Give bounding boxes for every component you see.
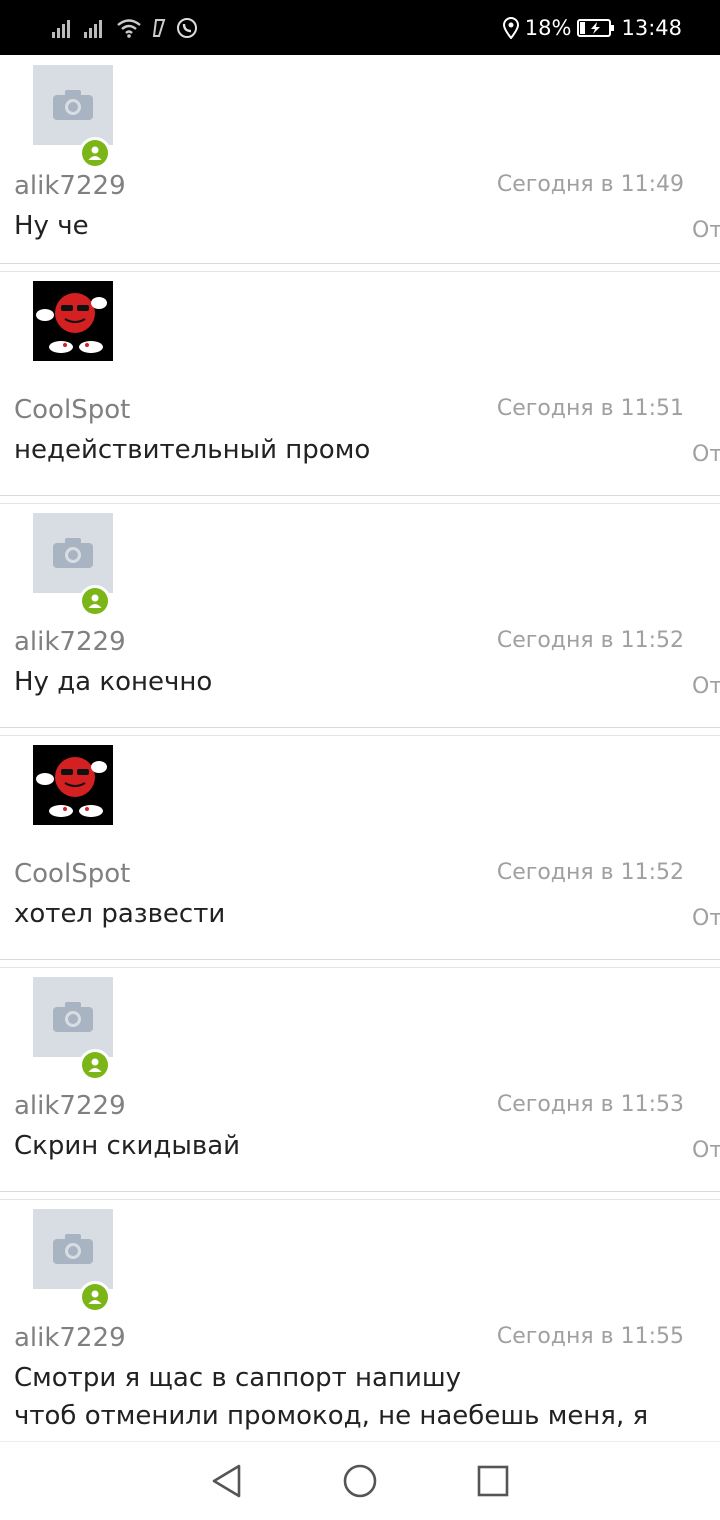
location-icon xyxy=(502,16,519,39)
nfc-icon xyxy=(152,18,166,38)
signal-icon xyxy=(52,18,74,38)
avatar[interactable] xyxy=(33,1209,113,1289)
comment-text: Ну че xyxy=(14,211,89,241)
comment-item: alik7229 Сегодня в 11:49 Ну че От xyxy=(0,55,720,264)
battery-icon xyxy=(577,18,615,38)
user-icon xyxy=(88,1058,102,1072)
divider xyxy=(0,264,720,272)
reply-link[interactable]: От xyxy=(692,442,720,467)
comment-text: Скрин скидывай xyxy=(14,1131,241,1161)
reply-link[interactable]: От xyxy=(692,1138,720,1163)
comment-text: Ну да конечно xyxy=(14,667,213,697)
comment-item: alik7229 Сегодня в 11:52 Ну да конечно О… xyxy=(0,504,720,728)
status-bar-right: 18% 13:48 xyxy=(502,15,682,40)
username[interactable]: CoolSpot xyxy=(14,395,130,425)
comment-text: недействительный промо xyxy=(14,435,371,465)
online-indicator xyxy=(79,1281,111,1313)
timestamp: Сегодня в 11:52 xyxy=(496,860,684,885)
reply-link[interactable]: От xyxy=(692,218,720,243)
status-bar: 18% 13:48 xyxy=(0,0,720,55)
clock: 13:48 xyxy=(621,15,682,40)
username[interactable]: alik7229 xyxy=(14,171,126,201)
coolspot-avatar-icon xyxy=(33,745,113,825)
online-indicator xyxy=(79,585,111,617)
timestamp: Сегодня в 11:49 xyxy=(496,172,684,197)
avatar[interactable] xyxy=(33,281,113,361)
divider xyxy=(0,960,720,968)
camera-icon xyxy=(53,538,93,568)
system-navigation-bar xyxy=(0,1441,720,1520)
coolspot-avatar-icon xyxy=(33,281,113,361)
avatar[interactable] xyxy=(33,745,113,825)
timestamp: Сегодня в 11:55 xyxy=(496,1324,684,1349)
comment-text: Смотри я щас в саппорт напишу чтоб отмен… xyxy=(14,1363,669,1441)
divider xyxy=(0,1192,720,1200)
comment-feed[interactable]: alik7229 Сегодня в 11:49 Ну че От CoolSp… xyxy=(0,55,720,1441)
avatar[interactable] xyxy=(33,65,113,145)
battery-percent: 18% xyxy=(524,15,572,40)
whatsapp-icon xyxy=(176,17,198,39)
camera-icon xyxy=(53,1002,93,1032)
camera-icon xyxy=(53,1234,93,1264)
avatar[interactable] xyxy=(33,977,113,1057)
user-icon xyxy=(88,1290,102,1304)
recents-icon xyxy=(478,1465,509,1497)
timestamp: Сегодня в 11:53 xyxy=(496,1092,684,1117)
recents-button[interactable] xyxy=(463,1451,523,1511)
username[interactable]: alik7229 xyxy=(14,1091,126,1121)
reply-link[interactable]: От xyxy=(692,906,720,931)
home-button[interactable] xyxy=(330,1451,390,1511)
divider xyxy=(0,728,720,736)
home-icon xyxy=(343,1464,377,1498)
user-icon xyxy=(88,594,102,608)
timestamp: Сегодня в 11:52 xyxy=(496,628,684,653)
camera-icon xyxy=(53,90,93,120)
status-bar-left xyxy=(52,17,198,39)
username[interactable]: alik7229 xyxy=(14,1323,126,1353)
comment-item: CoolSpot Сегодня в 11:52 хотел развести … xyxy=(0,736,720,960)
online-indicator xyxy=(79,137,111,169)
comment-item: alik7229 Сегодня в 11:53 Скрин скидывай … xyxy=(0,968,720,1192)
username[interactable]: alik7229 xyxy=(14,627,126,657)
comment-text: хотел развести xyxy=(14,899,226,929)
username[interactable]: CoolSpot xyxy=(14,859,130,889)
avatar[interactable] xyxy=(33,513,113,593)
online-indicator xyxy=(79,1049,111,1081)
comment-item: CoolSpot Сегодня в 11:51 недействительны… xyxy=(0,272,720,496)
wifi-icon xyxy=(116,18,142,38)
timestamp: Сегодня в 11:51 xyxy=(496,396,684,421)
back-icon xyxy=(212,1464,240,1498)
back-button[interactable] xyxy=(197,1451,257,1511)
divider xyxy=(0,496,720,504)
reply-link[interactable]: От xyxy=(692,674,720,699)
comment-item: alik7229 Сегодня в 11:55 Смотри я щас в … xyxy=(0,1200,720,1441)
signal-icon xyxy=(84,18,106,38)
user-icon xyxy=(88,146,102,160)
